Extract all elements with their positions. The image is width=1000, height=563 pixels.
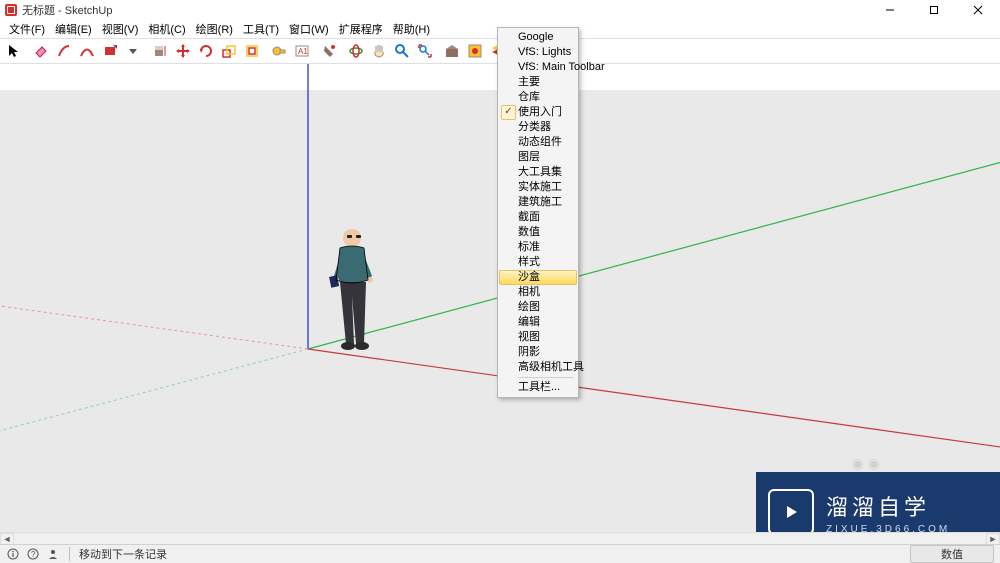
cm-item-construction[interactable]: 建筑施工: [499, 195, 577, 210]
check-icon: ✓: [501, 105, 516, 120]
window-controls: [868, 0, 1000, 20]
menu-ext[interactable]: 扩展程序: [334, 19, 388, 39]
menu-window[interactable]: 窗口(W): [284, 19, 334, 39]
menu-edit[interactable]: 编辑(E): [50, 19, 97, 39]
status-hint: 移动到下一条记录: [79, 546, 167, 562]
cm-item-solid[interactable]: 实体施工: [499, 180, 577, 195]
select-icon[interactable]: [3, 40, 25, 62]
zoom-extents-icon[interactable]: [414, 40, 436, 62]
arc-icon[interactable]: [76, 40, 98, 62]
menu-help[interactable]: 帮助(H): [388, 19, 435, 39]
paint-icon[interactable]: [318, 40, 340, 62]
cm-item-advanced-camera[interactable]: 高级相机工具: [499, 360, 577, 375]
cm-item-edit[interactable]: 编辑: [499, 315, 577, 330]
status-help-icon[interactable]: ?: [26, 547, 40, 561]
cm-item-getting-started[interactable]: ✓使用入门: [499, 105, 577, 120]
cm-item-dynamic[interactable]: 动态组件: [499, 135, 577, 150]
cm-item-sandbox[interactable]: 沙盒: [499, 270, 577, 285]
rect-icon[interactable]: [99, 40, 121, 62]
title-bar: 无标题 - SketchUp: [0, 0, 1000, 20]
cm-item-large-tools[interactable]: 大工具集: [499, 165, 577, 180]
cm-item-section[interactable]: 截面: [499, 210, 577, 225]
cm-item-layers[interactable]: 图层: [499, 150, 577, 165]
app-icon: [4, 3, 18, 17]
menu-tools[interactable]: 工具(T): [238, 19, 284, 39]
cm-item-google[interactable]: Google: [499, 30, 577, 45]
cm-item-styles[interactable]: 样式: [499, 255, 577, 270]
pan-icon[interactable]: [368, 40, 390, 62]
status-bar: ? 移动到下一条记录 数值: [0, 544, 1000, 563]
cm-item-vfs-lights[interactable]: VfS: Lights: [499, 45, 577, 60]
text-icon[interactable]: A1: [291, 40, 313, 62]
cm-item-drawing[interactable]: 绘图: [499, 300, 577, 315]
cm-item-measurements[interactable]: 数值: [499, 225, 577, 240]
watermark-title: 溜溜自学: [826, 490, 950, 522]
measurement-label: 数值: [941, 549, 963, 561]
status-info-icon[interactable]: [6, 547, 20, 561]
cm-item-camera[interactable]: 相机: [499, 285, 577, 300]
measurement-box[interactable]: 数值: [910, 545, 994, 563]
maximize-button[interactable]: [912, 0, 956, 20]
cm-item-shadows[interactable]: 阴影: [499, 345, 577, 360]
offset-icon[interactable]: [241, 40, 263, 62]
menu-file[interactable]: 文件(F): [4, 19, 50, 39]
menu-camera[interactable]: 相机(C): [143, 19, 190, 39]
orbit-icon[interactable]: [345, 40, 367, 62]
cm-item-warehouse[interactable]: 仓库: [499, 90, 577, 105]
cm-item-main[interactable]: 主要: [499, 75, 577, 90]
pager-dots: ◉ ◉: [852, 455, 880, 472]
rotate-icon[interactable]: [195, 40, 217, 62]
scale-figure: [326, 226, 382, 351]
window-title: 无标题 - SketchUp: [22, 2, 112, 18]
svg-text:A1: A1: [298, 47, 308, 56]
close-button[interactable]: [956, 0, 1000, 20]
tape-icon[interactable]: [268, 40, 290, 62]
toolbars-context-menu: Google VfS: Lights VfS: Main Toolbar 主要 …: [497, 27, 579, 398]
dropdown-icon[interactable]: [122, 40, 144, 62]
extension-icon[interactable]: [464, 40, 486, 62]
minimize-button[interactable]: [868, 0, 912, 20]
cm-item-classifier[interactable]: 分类器: [499, 120, 577, 135]
menu-view[interactable]: 视图(V): [97, 19, 144, 39]
svg-text:?: ?: [31, 550, 36, 559]
warehouse-icon[interactable]: [441, 40, 463, 62]
scale-icon[interactable]: [218, 40, 240, 62]
cm-item-standard[interactable]: 标准: [499, 240, 577, 255]
cm-item-toolbars[interactable]: 工具栏...: [499, 380, 577, 395]
move-icon[interactable]: [172, 40, 194, 62]
status-user-icon[interactable]: [46, 547, 60, 561]
pushpull-icon[interactable]: [149, 40, 171, 62]
eraser-icon[interactable]: [30, 40, 52, 62]
line-icon[interactable]: [53, 40, 75, 62]
cm-item-vfs-main[interactable]: VfS: Main Toolbar: [499, 60, 577, 75]
play-icon: [768, 489, 814, 535]
menu-draw[interactable]: 绘图(R): [191, 19, 238, 39]
cm-separator: [518, 377, 574, 378]
cm-item-view[interactable]: 视图: [499, 330, 577, 345]
zoom-icon[interactable]: [391, 40, 413, 62]
